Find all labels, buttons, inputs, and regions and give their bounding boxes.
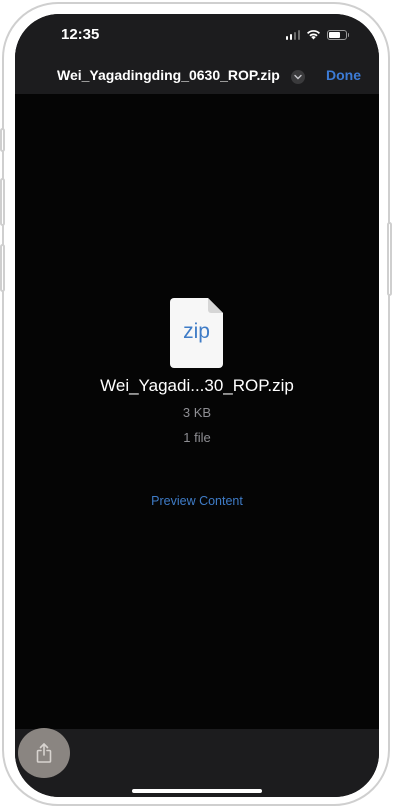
file-count: 1 file (183, 430, 211, 445)
file-name: Wei_Yagadi...30_ROP.zip (100, 376, 294, 395)
bottom-toolbar (15, 729, 379, 797)
screen: 12:35 Wei_Yagadingding_0630_ROP.zip Done (15, 14, 379, 797)
preview-content-button[interactable]: Preview Content (15, 494, 379, 508)
status-icons (285, 29, 349, 40)
header-bar: 12:35 Wei_Yagadingding_0630_ROP.zip Done (15, 14, 379, 94)
volume-down-button (0, 244, 5, 292)
wifi-icon (307, 30, 320, 40)
done-button[interactable]: Done (326, 67, 361, 83)
battery-icon (327, 29, 349, 40)
zip-icon-label: zip (183, 320, 210, 343)
volume-up-button (0, 178, 5, 226)
file-title-menu[interactable]: Wei_Yagadingding_0630_ROP.zip (57, 67, 280, 83)
nav-title-row: Wei_Yagadingding_0630_ROP.zip Done (15, 66, 379, 86)
home-indicator[interactable] (132, 789, 262, 793)
cellular-signal-icon (285, 29, 300, 40)
power-button (387, 222, 392, 296)
share-button[interactable] (18, 728, 70, 778)
status-time: 12:35 (61, 26, 100, 43)
mute-switch (0, 128, 5, 152)
chevron-down-icon[interactable] (291, 70, 305, 84)
file-size: 3 KB (182, 405, 212, 420)
share-icon (36, 743, 52, 763)
